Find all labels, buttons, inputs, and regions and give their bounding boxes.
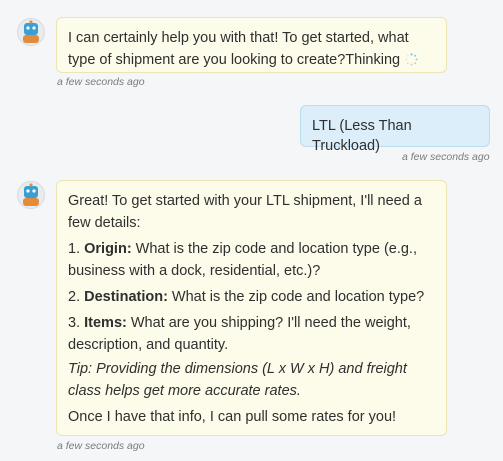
bot-message-bubble: I can certainly help you with that! To g… [56, 17, 447, 73]
message-intro: Great! To get started with your LTL ship… [68, 193, 422, 231]
message-timestamp: a few seconds ago [57, 76, 145, 88]
list-item-label: Items: [84, 315, 127, 331]
bot-avatar-icon [17, 181, 45, 209]
thinking-status: Thinking [345, 52, 401, 68]
loading-spinner-icon [405, 53, 418, 66]
message-timestamp: a few seconds ago [402, 151, 490, 163]
message-closing: Once I have that info, I can pull some r… [68, 409, 397, 425]
tip-text: Tip: Providing the dimensions (L x W x H… [68, 361, 407, 399]
list-item-number: 2. [68, 289, 81, 305]
list-item: 3. Items: What are you shipping? I'll ne… [68, 312, 435, 356]
bot-avatar-icon [17, 18, 45, 46]
list-item: 1. Origin: What is the zip code and loca… [68, 238, 435, 282]
list-item-label: Destination: [84, 289, 168, 305]
list-item-label: Origin: [84, 241, 132, 257]
bot-message-bubble: Great! To get started with your LTL ship… [56, 180, 447, 436]
list-item-number: 3. [68, 315, 81, 331]
user-message-bubble: LTL (Less Than Truckload) [300, 105, 490, 154]
list-item: 2. Destination: What is the zip code and… [68, 286, 435, 308]
user-message-text: LTL (Less Than Truckload) [312, 118, 412, 154]
list-item-text: What is the zip code and location type? [167, 289, 425, 305]
list-item-number: 1. [68, 241, 81, 257]
message-timestamp: a few seconds ago [57, 440, 145, 452]
